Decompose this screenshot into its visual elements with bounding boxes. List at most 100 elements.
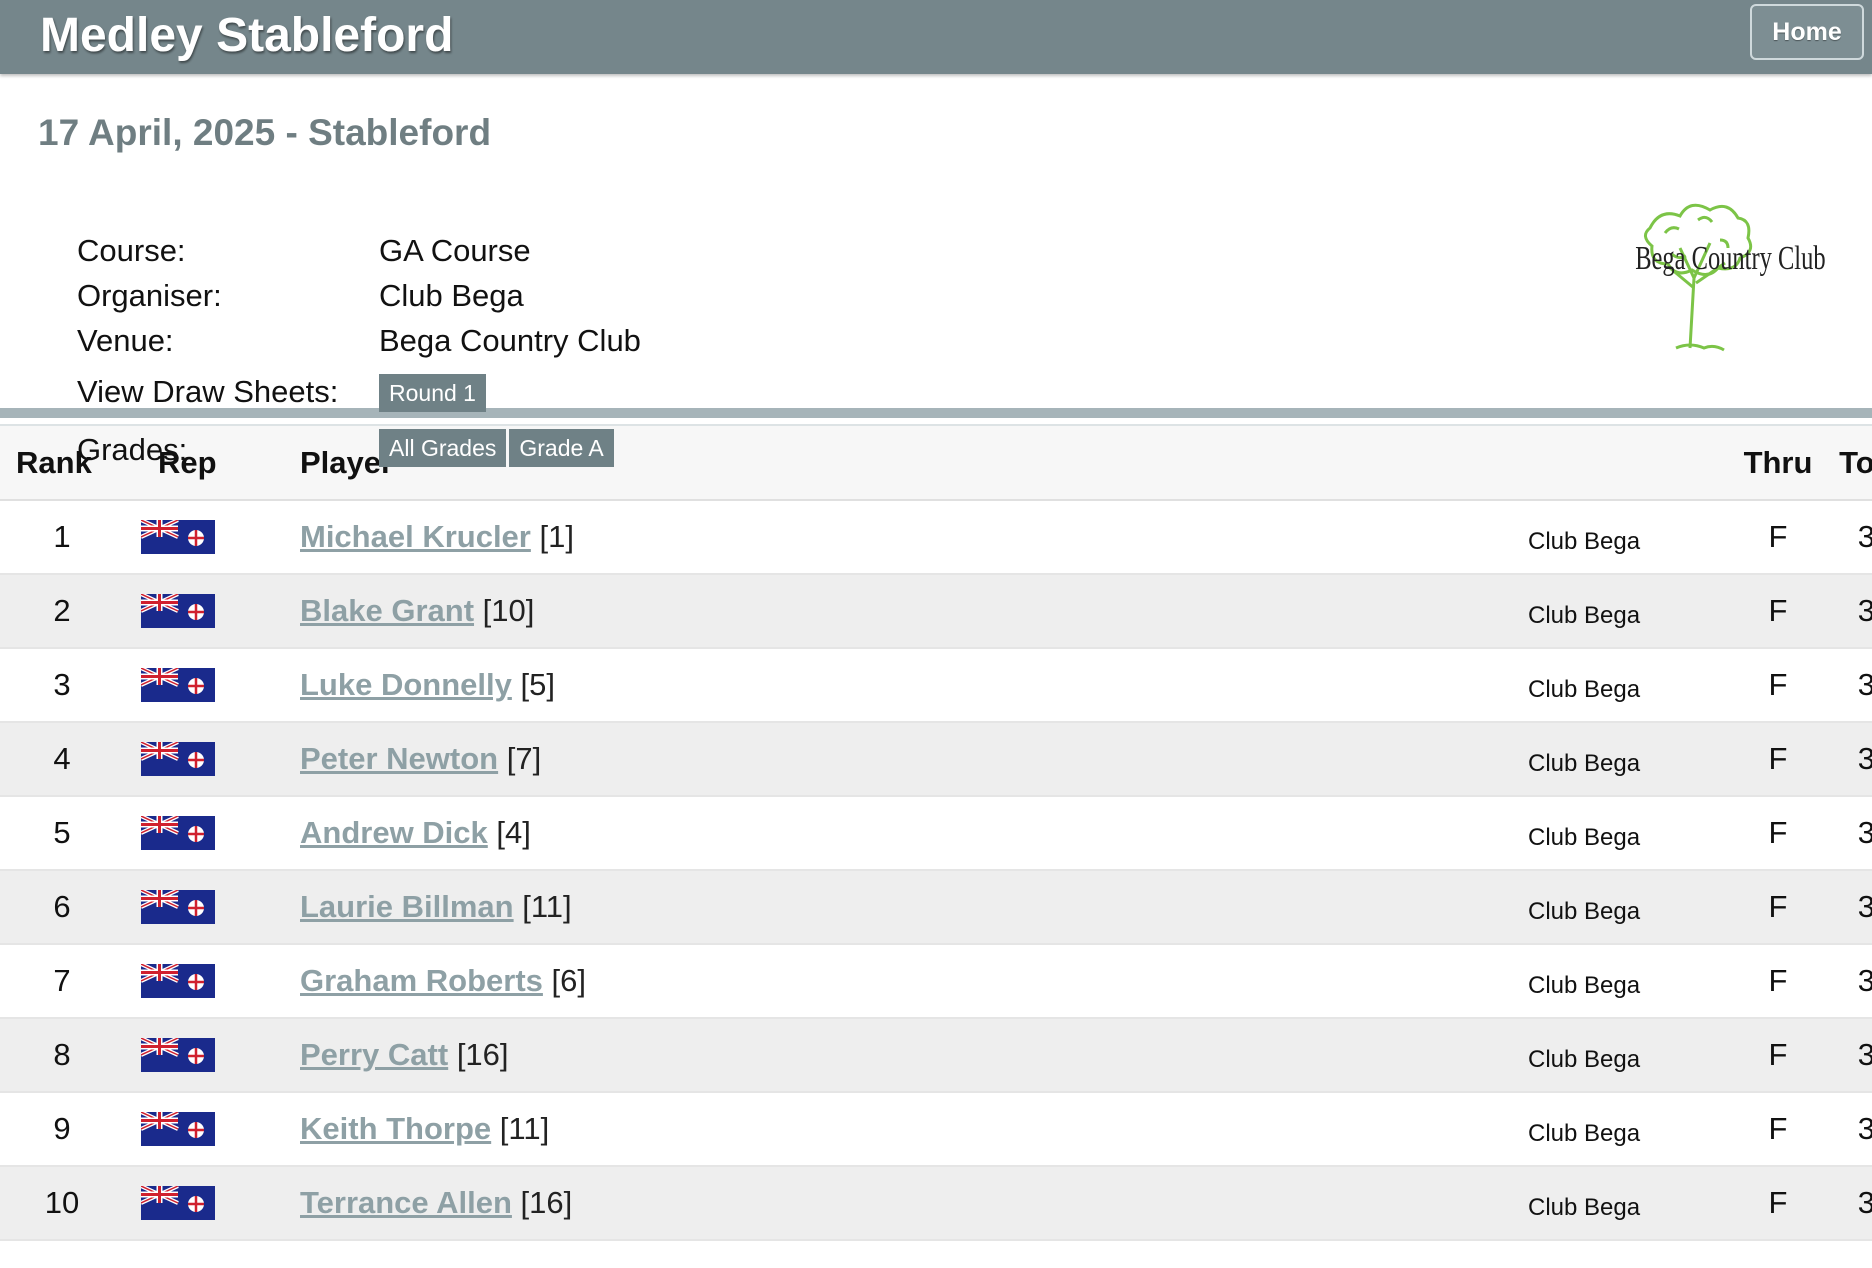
venue-label: Venue: — [77, 323, 174, 358]
total-cell: 32 — [1857, 1185, 1872, 1220]
rank-cell: 7 — [53, 963, 71, 998]
rep-cell — [124, 796, 300, 870]
grades-label: Grades: — [77, 432, 188, 467]
total-cell: 32 — [1857, 1037, 1872, 1072]
all-grades-button[interactable]: All Grades — [379, 429, 507, 467]
rep-cell — [124, 722, 300, 796]
au-nsw-flag-icon — [141, 890, 215, 924]
player-handicap: [11] — [499, 1111, 550, 1146]
club-cell: Club Bega — [1528, 1120, 1641, 1147]
thru-cell: F — [1768, 963, 1788, 998]
player-name-link[interactable]: Peter Newton — [300, 741, 498, 776]
rank-cell: 6 — [53, 889, 71, 924]
rep-cell — [124, 1166, 300, 1240]
player-handicap: [5] — [520, 667, 555, 702]
club-cell: Club Bega — [1528, 1046, 1641, 1073]
club-cell: Club Bega — [1528, 750, 1641, 777]
table-row[interactable]: 6 Laurie Billman [11] Club Bega F 33 — [0, 870, 1872, 944]
thru-cell: F — [1768, 1037, 1788, 1072]
rep-cell — [124, 1018, 300, 1092]
au-nsw-flag-icon — [141, 594, 215, 628]
player-handicap: [1] — [539, 519, 574, 554]
club-cell: Club Bega — [1528, 528, 1641, 555]
grade-a-button[interactable]: Grade A — [509, 429, 614, 467]
club-cell: Club Bega — [1528, 676, 1641, 703]
table-row[interactable]: 9 Keith Thorpe [11] Club Bega F 32 — [0, 1092, 1872, 1166]
round-1-button[interactable]: Round 1 — [379, 374, 486, 412]
table-row[interactable]: 8 Perry Catt [16] Club Bega F 32 — [0, 1018, 1872, 1092]
player-handicap: [11] — [522, 889, 572, 924]
thru-cell: F — [1768, 1111, 1788, 1146]
total-cell: 33 — [1857, 815, 1872, 850]
player-name-link[interactable]: Michael Krucler — [300, 519, 531, 554]
thru-cell: F — [1768, 889, 1788, 924]
table-row[interactable]: 3 Luke Donnelly [5] Club Bega F 36 — [0, 648, 1872, 722]
rank-cell: 1 — [53, 519, 71, 554]
player-cell: Perry Catt [16] — [300, 1018, 1528, 1092]
total-cell: 34 — [1857, 741, 1872, 776]
player-name-link[interactable]: Perry Catt — [300, 1037, 448, 1072]
rep-cell — [124, 500, 300, 574]
table-row[interactable]: 7 Graham Roberts [6] Club Bega F 33 — [0, 944, 1872, 1018]
table-row[interactable]: 10 Terrance Allen [16] Club Bega F 32 — [0, 1166, 1872, 1240]
player-name-link[interactable]: Luke Donnelly — [300, 667, 512, 702]
player-cell: Michael Krucler [1] — [300, 500, 1528, 574]
organiser-label: Organiser: — [77, 278, 222, 313]
leaderboard-table: Rank Rep Player Thru Total 1 Michael Kru… — [0, 426, 1872, 1241]
total-cell: 38 — [1857, 593, 1872, 628]
course-value: GA Course — [379, 233, 531, 268]
table-row[interactable]: 1 Michael Krucler [1] Club Bega F 39 — [0, 500, 1872, 574]
club-cell: Club Bega — [1528, 1194, 1641, 1221]
player-name-link[interactable]: Terrance Allen — [300, 1185, 512, 1220]
table-row[interactable]: 4 Peter Newton [7] Club Bega F 34 — [0, 722, 1872, 796]
top-bar: Medley Stableford Home — [0, 0, 1872, 74]
au-nsw-flag-icon — [141, 668, 215, 702]
player-name-link[interactable]: Graham Roberts — [300, 963, 543, 998]
thru-cell: F — [1768, 519, 1788, 554]
rank-cell: 5 — [53, 815, 71, 850]
table-row[interactable]: 5 Andrew Dick [4] Club Bega F 33 — [0, 796, 1872, 870]
player-cell: Luke Donnelly [5] — [300, 648, 1528, 722]
player-handicap: [6] — [551, 963, 586, 998]
club-cell: Club Bega — [1528, 972, 1641, 999]
au-nsw-flag-icon — [141, 964, 215, 998]
total-cell: 33 — [1857, 963, 1872, 998]
total-cell: 32 — [1857, 1111, 1872, 1146]
player-cell: Keith Thorpe [11] — [300, 1092, 1528, 1166]
event-info: 17 April, 2025 - Stableford Course: GA C… — [0, 74, 1872, 467]
draw-sheets-label: View Draw Sheets: — [77, 374, 339, 409]
player-name-link[interactable]: Andrew Dick — [300, 815, 488, 850]
player-cell: Blake Grant [10] — [300, 574, 1528, 648]
header-club — [1528, 426, 1728, 501]
player-cell: Terrance Allen [16] — [300, 1166, 1528, 1240]
rank-cell: 2 — [53, 593, 71, 628]
thru-cell: F — [1768, 741, 1788, 776]
player-name-link[interactable]: Laurie Billman — [300, 889, 514, 924]
au-nsw-flag-icon — [141, 742, 215, 776]
player-handicap: [10] — [482, 593, 535, 628]
total-cell: 39 — [1857, 519, 1872, 554]
player-cell: Laurie Billman [11] — [300, 870, 1528, 944]
player-cell: Andrew Dick [4] — [300, 796, 1528, 870]
event-title: 17 April, 2025 - Stableford — [38, 112, 492, 153]
header-thru[interactable]: Thru — [1728, 426, 1828, 501]
table-row[interactable]: 2 Blake Grant [10] Club Bega F 38 — [0, 574, 1872, 648]
au-nsw-flag-icon — [141, 1038, 215, 1072]
organiser-value: Club Bega — [379, 278, 524, 313]
draw-sheets-buttons: Round 1 — [379, 371, 489, 412]
app-title: Medley Stableford — [40, 9, 454, 62]
rank-cell: 10 — [44, 1185, 80, 1220]
home-button[interactable]: Home — [1750, 4, 1864, 60]
player-cell: Graham Roberts [6] — [300, 944, 1528, 1018]
rep-cell — [124, 870, 300, 944]
rank-cell: 9 — [53, 1111, 71, 1146]
total-cell: 36 — [1857, 667, 1872, 702]
player-handicap: [7] — [506, 741, 542, 776]
player-name-link[interactable]: Blake Grant — [300, 593, 474, 628]
player-name-link[interactable]: Keith Thorpe — [300, 1111, 491, 1146]
course-label: Course: — [77, 233, 186, 268]
club-cell: Club Bega — [1528, 824, 1641, 851]
club-cell: Club Bega — [1528, 898, 1641, 925]
table-header-row: Rank Rep Player Thru Total — [0, 426, 1872, 501]
header-total[interactable]: Total — [1828, 426, 1872, 501]
